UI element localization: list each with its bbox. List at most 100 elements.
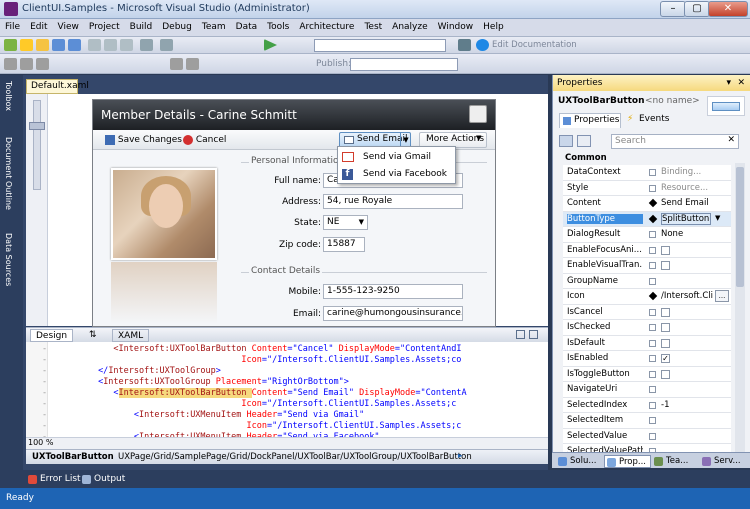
menu-test[interactable]: Test <box>359 19 387 35</box>
property-value[interactable]: SplitButton <box>661 212 711 225</box>
paste-icon[interactable] <box>120 39 133 51</box>
size-height-icon[interactable] <box>186 58 199 70</box>
chevron-right-icon[interactable]: ▸ <box>458 451 462 461</box>
property-row[interactable]: ButtonType SplitButton ▼ <box>563 211 731 227</box>
alphabetical-icon[interactable] <box>577 135 591 147</box>
menu-edit[interactable]: Edit <box>25 19 52 35</box>
align-center-icon[interactable] <box>20 58 33 70</box>
outline-marker[interactable]: - <box>42 388 47 399</box>
document-outline-tab[interactable]: Document Outline <box>4 137 13 210</box>
publish-combo[interactable] <box>350 58 458 71</box>
property-value[interactable]: Binding... <box>661 167 729 177</box>
props-scrollbar[interactable] <box>735 163 745 453</box>
tab-events[interactable]: ⚡ Events <box>625 113 675 128</box>
start-debug-icon[interactable] <box>264 39 277 51</box>
zoom-level[interactable]: 100 % <box>28 438 53 447</box>
tab-error-list[interactable]: Error List <box>26 473 81 486</box>
cut-icon[interactable] <box>88 39 101 51</box>
menu-project[interactable]: Project <box>84 19 125 35</box>
menu-tools[interactable]: Tools <box>262 19 294 35</box>
zip-input[interactable]: 15887 <box>323 237 365 252</box>
toolbox-tab[interactable]: Toolbox <box>4 81 13 111</box>
property-checkbox[interactable]: ✓ <box>661 354 670 363</box>
property-value[interactable]: Resource... <box>661 183 729 193</box>
property-marker-icon[interactable] <box>648 291 658 301</box>
minimize-button[interactable]: – <box>660 1 686 17</box>
menu-item-send-gmail[interactable]: Send via Gmail <box>338 149 455 166</box>
property-row[interactable]: SelectedValue <box>563 428 731 444</box>
property-marker-icon[interactable] <box>649 386 656 393</box>
property-marker-icon[interactable] <box>649 432 656 440</box>
outline-marker[interactable]: - <box>42 377 47 388</box>
add-item-icon[interactable] <box>20 39 33 51</box>
email-input[interactable]: carine@humongousinsurance.com <box>323 306 463 321</box>
property-value[interactable]: /Intersoft.Cli <box>661 291 713 301</box>
state-select[interactable]: NE ▼ <box>323 215 368 230</box>
property-checkbox[interactable] <box>661 323 670 332</box>
menu-build[interactable]: Build <box>125 19 158 35</box>
property-marker-icon[interactable] <box>649 277 656 285</box>
property-marker-icon[interactable] <box>649 339 656 347</box>
property-row[interactable]: IsToggleButton <box>563 366 731 382</box>
save-changes-button[interactable]: Save Changes <box>105 133 182 147</box>
property-checkbox[interactable] <box>661 245 670 255</box>
maximize-button[interactable]: ▢ <box>684 1 710 17</box>
breadcrumb-element[interactable]: UXToolBarButton <box>32 452 114 462</box>
panel-tab[interactable]: Tea... <box>652 455 688 468</box>
property-row[interactable]: IsCancel <box>563 304 731 320</box>
tab-design[interactable]: Design <box>30 329 74 342</box>
redo-icon[interactable] <box>160 39 173 51</box>
property-row[interactable]: NavigateUri <box>563 382 731 398</box>
props-scroll-thumb[interactable] <box>736 167 744 287</box>
property-marker-icon[interactable] <box>649 246 656 254</box>
property-row[interactable]: Icon/Intersoft.Cli... <box>563 289 731 305</box>
panel-tab[interactable]: Prop... <box>604 455 651 468</box>
property-marker-icon[interactable] <box>648 214 658 223</box>
property-row[interactable]: DialogResult None <box>563 227 731 243</box>
property-marker-icon[interactable] <box>649 401 656 409</box>
property-checkbox[interactable] <box>661 369 670 379</box>
outline-marker[interactable]: - <box>42 366 47 377</box>
property-marker-icon[interactable] <box>649 324 656 331</box>
edit-documentation-button[interactable]: Edit Documentation <box>492 40 577 50</box>
property-marker-icon[interactable] <box>649 417 656 424</box>
property-row[interactable]: EnableFocusAni... <box>563 242 731 258</box>
cancel-button[interactable]: Cancel <box>183 133 226 147</box>
property-marker-icon[interactable] <box>649 231 656 238</box>
property-marker-icon[interactable] <box>649 355 656 362</box>
property-search-input[interactable]: Search ✕ <box>611 134 739 149</box>
property-row[interactable]: DataContext Binding... <box>563 165 731 181</box>
property-marker-icon[interactable] <box>649 262 656 269</box>
swap-panes-button[interactable]: ⇅ <box>84 329 102 342</box>
panel-tab[interactable]: Solu... <box>556 455 596 468</box>
menu-team[interactable]: Team <box>197 19 231 35</box>
menu-view[interactable]: View <box>53 19 84 35</box>
outline-marker[interactable]: - <box>42 399 47 410</box>
document-tab[interactable]: Default.xaml <box>26 79 89 94</box>
outline-marker[interactable]: - <box>42 355 47 366</box>
copy-icon[interactable] <box>104 39 117 51</box>
property-checkbox[interactable] <box>661 307 670 317</box>
align-right-icon[interactable] <box>36 58 49 70</box>
property-row[interactable]: EnableVisualTran... <box>563 258 731 274</box>
property-row[interactable]: GroupName <box>563 273 731 289</box>
zoom-slider-handle[interactable] <box>29 122 45 130</box>
chevron-down-icon[interactable]: ▼ <box>715 214 720 222</box>
categorized-icon[interactable] <box>559 135 573 147</box>
browse-button[interactable]: ... <box>715 290 729 302</box>
property-value[interactable]: None <box>661 229 729 239</box>
property-value[interactable]: Send Email <box>661 198 729 208</box>
close-button[interactable]: ✕ <box>708 1 748 17</box>
find-combo[interactable] <box>314 39 446 52</box>
menu-architecture[interactable]: Architecture <box>294 19 359 35</box>
close-icon[interactable]: ✕ <box>727 135 735 145</box>
property-value[interactable]: -1 <box>661 400 729 410</box>
size-width-icon[interactable] <box>170 58 183 70</box>
xaml-editor[interactable]: <Intersoft:UXToolBarButton Content="Canc… <box>26 342 548 437</box>
breadcrumb-path[interactable]: UXPage/Grid/SamplePage/Grid/DockPanel/UX… <box>118 452 472 462</box>
property-row[interactable]: IsDefault <box>563 335 731 351</box>
menu-file[interactable]: File <box>0 19 25 35</box>
panel-tab[interactable]: Serv... <box>700 455 741 468</box>
property-row[interactable]: SelectedIndex -1 <box>563 397 731 413</box>
undo-icon[interactable] <box>140 39 153 51</box>
